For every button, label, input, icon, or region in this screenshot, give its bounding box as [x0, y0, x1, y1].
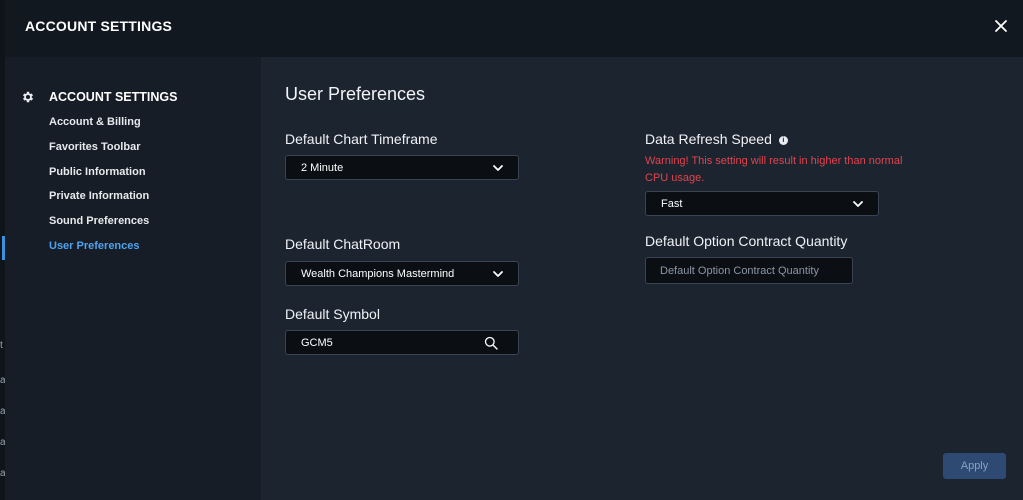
gear-icon [22, 91, 34, 103]
symbol-label: Default Symbol [285, 306, 380, 322]
sidebar-heading-label: ACCOUNT SETTINGS [49, 90, 178, 104]
chatroom-label: Default ChatRoom [285, 236, 401, 252]
settings-sidebar: ACCOUNT SETTINGS Account & Billing Favor… [5, 57, 261, 500]
chevron-down-icon [853, 201, 863, 207]
background-text-fragment: t [0, 340, 3, 351]
account-settings-modal: ACCOUNT SETTINGS ACCOUNT SETTINGS Accoun… [5, 0, 1023, 500]
refresh-speed-select[interactable]: Fast [645, 191, 879, 216]
option-quantity-placeholder: Default Option Contract Quantity [660, 264, 819, 277]
search-icon[interactable] [484, 336, 498, 350]
chart-timeframe-select[interactable]: 2 Minute [285, 155, 519, 180]
apply-button[interactable]: Apply [943, 453, 1006, 479]
refresh-speed-label: Data Refresh Speed i [645, 131, 788, 147]
sidebar-item-account-billing[interactable]: Account & Billing [49, 115, 149, 140]
refresh-speed-label-text: Data Refresh Speed [645, 131, 772, 147]
sidebar-item-sound-preferences[interactable]: Sound Preferences [49, 214, 149, 239]
symbol-input[interactable]: GCM5 [285, 330, 519, 355]
modal-title: ACCOUNT SETTINGS [25, 18, 173, 34]
symbol-value: GCM5 [301, 336, 333, 349]
user-preferences-panel: User Preferences Default Chart Timeframe… [261, 57, 1023, 500]
chevron-down-icon [493, 165, 503, 171]
refresh-speed-warning: Warning! This setting will result in hig… [645, 155, 903, 184]
sidebar-item-private-information[interactable]: Private Information [49, 189, 149, 214]
option-quantity-label: Default Option Contract Quantity [645, 233, 848, 249]
close-button[interactable] [993, 18, 1009, 34]
chevron-down-icon [493, 271, 503, 277]
refresh-speed-value: Fast [661, 197, 683, 210]
chart-timeframe-label: Default Chart Timeframe [285, 131, 438, 147]
close-icon [995, 20, 1007, 32]
chart-timeframe-value: 2 Minute [301, 161, 344, 174]
sidebar-item-public-information[interactable]: Public Information [49, 165, 149, 190]
chatroom-select[interactable]: Wealth Champions Mastermind [285, 261, 519, 286]
sidebar-item-user-preferences[interactable]: User Preferences [49, 239, 149, 264]
option-quantity-input[interactable]: Default Option Contract Quantity [645, 257, 853, 284]
modal-header: ACCOUNT SETTINGS [5, 0, 1023, 57]
page-title: User Preferences [285, 84, 426, 104]
sidebar-heading: ACCOUNT SETTINGS [21, 90, 177, 104]
chatroom-value: Wealth Champions Mastermind [301, 267, 455, 280]
info-icon[interactable]: i [778, 136, 788, 145]
sidebar-nav: Account & Billing Favorites Toolbar Publ… [49, 115, 149, 264]
sidebar-item-favorites-toolbar[interactable]: Favorites Toolbar [49, 140, 149, 165]
